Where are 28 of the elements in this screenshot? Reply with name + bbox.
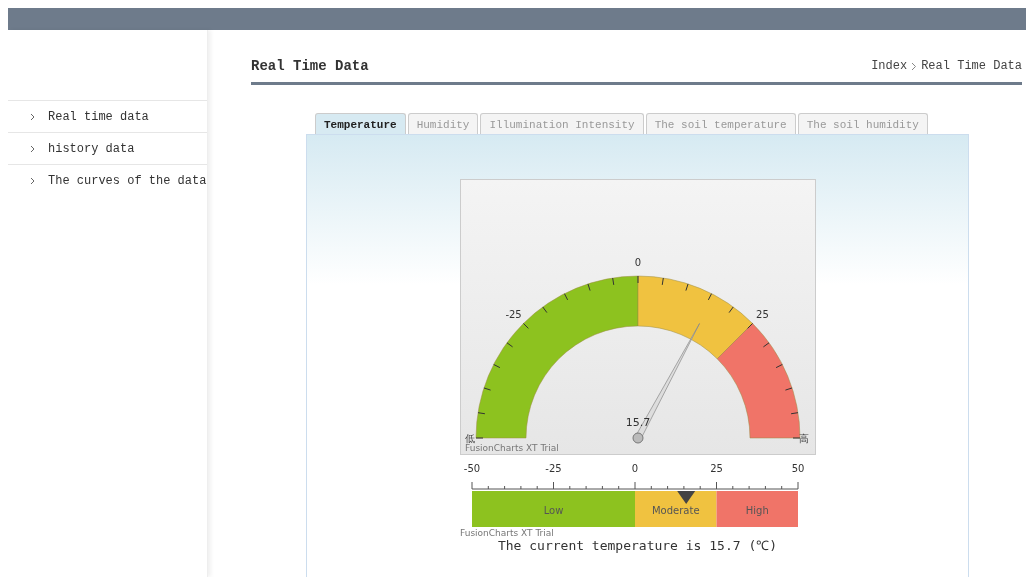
breadcrumb-item[interactable]: Index xyxy=(871,59,908,73)
value-label: 15.7 xyxy=(625,416,650,429)
sidebar-item[interactable]: Real time data xyxy=(8,100,207,132)
tick-label: -50 xyxy=(463,463,480,474)
trial-watermark-text: FusionCharts XT Trial xyxy=(459,528,554,537)
breadcrumb-item: Real Time Data xyxy=(921,59,1022,73)
tick-label: 50 xyxy=(791,463,804,474)
sidebar-item[interactable]: The curves of the data xyxy=(8,164,207,196)
band-label: Low xyxy=(543,505,563,516)
tick-label: 0 xyxy=(631,463,638,474)
tick-label: 25 xyxy=(755,308,769,320)
tick-label: 0 xyxy=(634,257,641,268)
reading-text: The current temperature is 15.7 (℃) xyxy=(496,539,779,553)
tick-label: 25 xyxy=(709,463,723,474)
tick-label: -25 xyxy=(544,463,562,474)
chevron-icon xyxy=(30,176,36,185)
chevron-icon xyxy=(30,112,36,121)
sidebar-item[interactable]: history data xyxy=(8,132,207,164)
band-label: Moderate xyxy=(651,505,700,516)
trial-watermark-text: FusionCharts XT Trial xyxy=(464,443,559,453)
max-label: 高 xyxy=(798,434,809,445)
chevron-icon xyxy=(30,144,36,153)
band-label: High xyxy=(745,505,769,516)
page-title: Real Time Data xyxy=(251,58,369,74)
tick-label: -25 xyxy=(504,308,522,320)
min-label: 低 xyxy=(464,434,475,445)
chevron-icon xyxy=(911,61,918,71)
tab[interactable]: Temperature xyxy=(315,113,406,134)
